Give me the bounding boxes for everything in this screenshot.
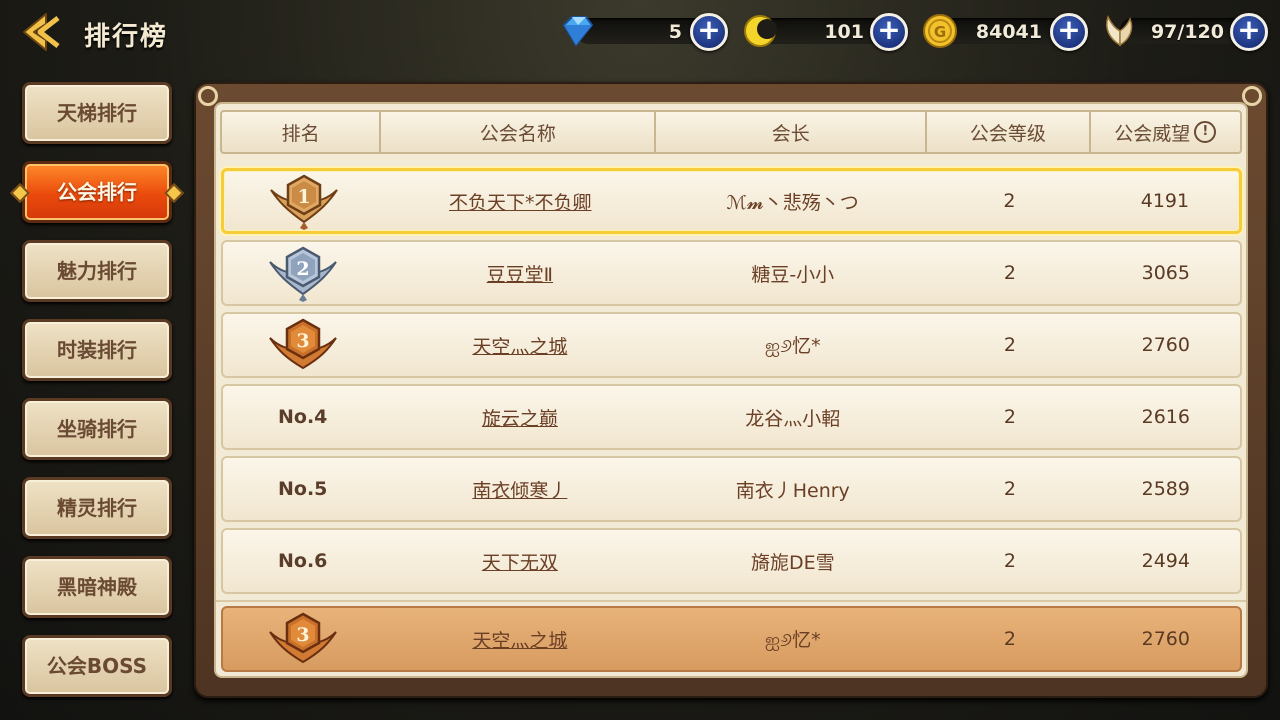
top-bar: 排行榜 5 + 101 + G 84041 + 97/120 + bbox=[0, 0, 1280, 64]
guild-prestige: 3065 bbox=[1141, 262, 1190, 284]
diamond-icon bbox=[562, 16, 594, 47]
table-row[interactable]: No.6 天下无双 旖旎DE雪 2 2494 bbox=[221, 528, 1242, 594]
guild-prestige: 2494 bbox=[1141, 550, 1190, 572]
guild-leader-name: ஐ୬忆* bbox=[764, 628, 821, 651]
my-guild-row[interactable]: 3 天空灬之城 ஐ୬忆* 2 2760 bbox=[221, 606, 1242, 672]
add-stamina-button[interactable]: + bbox=[1230, 13, 1268, 51]
column-guild-prestige: 公会威望 ! bbox=[1091, 112, 1240, 152]
guild-name-link[interactable]: 天空灬之城 bbox=[382, 332, 657, 359]
guild-leader-name: ℳ𝓶丶悲殇丶つ bbox=[726, 191, 859, 214]
nav-dark-temple-ranking[interactable]: 黑暗神殿 bbox=[22, 556, 172, 618]
rank-cell: No.4 bbox=[277, 406, 328, 428]
stamina-count: 97/120 bbox=[1150, 21, 1224, 43]
guild-level: 2 bbox=[1003, 478, 1016, 500]
guild-level: 2 bbox=[1003, 406, 1016, 428]
back-arrow-icon bbox=[23, 13, 60, 51]
table-row[interactable]: 1 不负天下*不负卿 ℳ𝓶丶悲殇丶つ 2 4191 bbox=[221, 168, 1242, 234]
nav-guild-ranking[interactable]: 公会排行 bbox=[10, 161, 184, 223]
gold-medal-icon: 1 bbox=[269, 174, 338, 230]
nav-mount-ranking[interactable]: 坐骑排行 bbox=[22, 398, 172, 460]
rank-cell: 3 bbox=[223, 610, 382, 668]
bronze-medal-icon: 3 bbox=[268, 612, 337, 664]
gold-count: 84041 bbox=[975, 21, 1042, 43]
guild-prestige: 4191 bbox=[1140, 190, 1190, 212]
guild-leader-name: 南衣丿Henry bbox=[735, 479, 850, 502]
add-gold-button[interactable]: + bbox=[1050, 13, 1088, 51]
guild-prestige: 2760 bbox=[1141, 334, 1190, 356]
rank-cell: 1 bbox=[224, 172, 383, 230]
guild-leader-name: 龙谷灬小軺 bbox=[745, 407, 841, 430]
gold-resource: G 84041 + bbox=[920, 13, 1090, 51]
table-row[interactable]: 3 天空灬之城 ஐ୬忆* 2 2760 bbox=[221, 312, 1242, 378]
corner-ornament-icon bbox=[198, 86, 218, 106]
table-row[interactable]: No.4 旋云之巅 龙谷灬小軺 2 2616 bbox=[221, 384, 1242, 450]
guild-level: 2 bbox=[1003, 190, 1016, 212]
rank-cell: No.5 bbox=[277, 478, 328, 500]
back-button[interactable] bbox=[18, 10, 64, 54]
guild-level: 2 bbox=[1003, 550, 1016, 572]
bronze-medal-icon: 3 bbox=[268, 318, 337, 370]
rank-cell: No.6 bbox=[277, 550, 328, 572]
rank-number: 3 bbox=[296, 624, 309, 646]
gold-coin-icon: G bbox=[923, 14, 957, 48]
stamina-resource: 97/120 + bbox=[1100, 13, 1272, 51]
column-guild-leader: 会长 bbox=[656, 112, 928, 152]
page-title: 排行榜 bbox=[84, 22, 169, 52]
guild-prestige: 2589 bbox=[1141, 478, 1190, 500]
rank-cell: 2 bbox=[223, 244, 382, 302]
table-header: 排名 公会名称 会长 公会等级 公会威望 ! bbox=[220, 110, 1242, 154]
guild-level: 2 bbox=[1003, 628, 1016, 650]
diamond-count: 5 bbox=[668, 21, 682, 43]
add-diamond-button[interactable]: + bbox=[690, 13, 728, 51]
nav-ladder-ranking[interactable]: 天梯排行 bbox=[22, 82, 172, 144]
nav-spirit-ranking[interactable]: 精灵排行 bbox=[22, 477, 172, 539]
guild-name-link[interactable]: 南衣倾寒丿 bbox=[382, 476, 657, 503]
rank-number: 2 bbox=[296, 258, 309, 280]
guild-name-link[interactable]: 不负天下*不负卿 bbox=[383, 188, 657, 215]
nav-guild-boss-ranking[interactable]: 公会BOSS bbox=[22, 635, 172, 697]
rank-number: 3 bbox=[296, 330, 309, 352]
wings-icon bbox=[1106, 15, 1133, 47]
moon-resource: 101 + bbox=[740, 13, 912, 51]
rank-number: 1 bbox=[297, 186, 310, 208]
nav-fashion-ranking[interactable]: 时装排行 bbox=[22, 319, 172, 381]
rank-cell: 3 bbox=[223, 316, 382, 374]
guild-name-link[interactable]: 豆豆堂Ⅱ bbox=[382, 260, 657, 287]
crescent-moon-icon bbox=[744, 15, 777, 47]
guild-name-link[interactable]: 天空灬之城 bbox=[382, 626, 657, 653]
guild-prestige: 2616 bbox=[1141, 406, 1190, 428]
diamond-resource: 5 + bbox=[556, 13, 732, 51]
guild-level: 2 bbox=[1003, 334, 1016, 356]
guild-leader-name: 糖豆-小小 bbox=[751, 263, 835, 286]
guild-name-link[interactable]: 旋云之巅 bbox=[382, 404, 657, 431]
column-guild-level: 公会等级 bbox=[927, 112, 1091, 152]
nav-charm-ranking[interactable]: 魅力排行 bbox=[22, 240, 172, 302]
column-rank: 排名 bbox=[222, 112, 382, 152]
guild-name-link[interactable]: 天下无双 bbox=[382, 548, 657, 575]
divider bbox=[216, 600, 1246, 602]
guild-level: 2 bbox=[1003, 262, 1016, 284]
guild-leader-name: 旖旎DE雪 bbox=[750, 551, 835, 574]
guild-leader-name: ஐ୬忆* bbox=[764, 334, 821, 357]
table-row[interactable]: No.5 南衣倾寒丿 南衣丿Henry 2 2589 bbox=[221, 456, 1242, 522]
column-guild-name: 公会名称 bbox=[381, 112, 657, 152]
table-row[interactable]: 2 豆豆堂Ⅱ 糖豆-小小 2 3065 bbox=[221, 240, 1242, 306]
silver-medal-icon: 2 bbox=[268, 246, 337, 302]
prestige-info-icon[interactable]: ! bbox=[1194, 121, 1217, 143]
svg-text:G: G bbox=[934, 23, 946, 41]
moon-count: 101 bbox=[824, 21, 864, 43]
add-moon-button[interactable]: + bbox=[870, 13, 908, 51]
guild-prestige: 2760 bbox=[1141, 628, 1190, 650]
